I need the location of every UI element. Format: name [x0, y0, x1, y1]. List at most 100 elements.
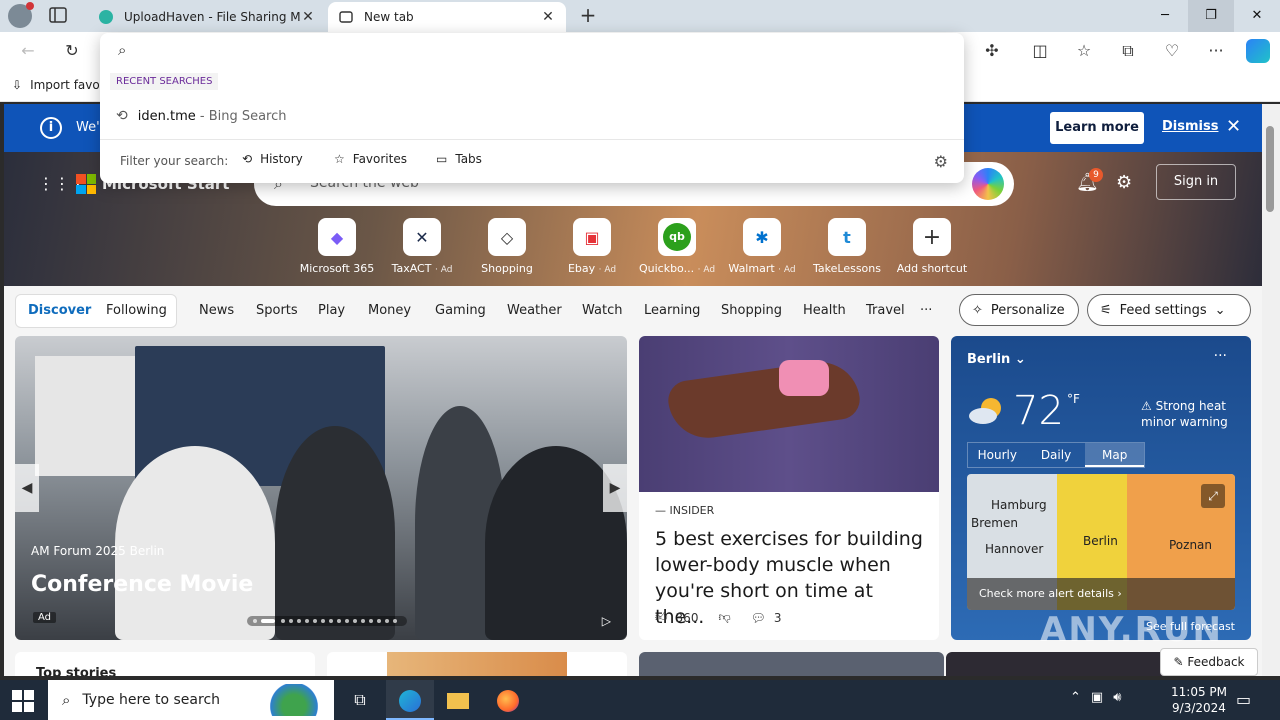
feedback-button[interactable]: ✎ Feedback: [1160, 648, 1258, 676]
nav-link-gaming[interactable]: Gaming: [435, 303, 486, 318]
tab-map[interactable]: Map: [1085, 443, 1145, 467]
profile-avatar[interactable]: [8, 2, 34, 28]
clock[interactable]: 11:05 PM 9/3/2024: [1160, 684, 1238, 716]
feed-segment-control: Discover Following: [15, 294, 177, 328]
dislike-icon[interactable]: 👎︎: [718, 610, 730, 625]
comment-icon[interactable]: 💬︎: [751, 611, 766, 625]
firefox-icon[interactable]: [484, 680, 532, 720]
settings-gear-icon[interactable]: ⚙: [1116, 172, 1132, 193]
nav-link-health[interactable]: Health: [803, 303, 846, 318]
carousel-indicator[interactable]: [247, 616, 407, 626]
favorites-star-icon[interactable]: ☆: [1074, 41, 1094, 61]
carousel-next-icon[interactable]: ▶: [603, 464, 627, 512]
nav-link-travel[interactable]: Travel: [866, 303, 905, 318]
nav-link-learning[interactable]: Learning: [644, 303, 700, 318]
close-window-button[interactable]: ✕: [1234, 0, 1280, 32]
feed-nav: Discover Following News Sports Play Mone…: [4, 286, 1262, 334]
tab-discover[interactable]: Discover: [28, 303, 91, 318]
nav-link-weather[interactable]: Weather: [507, 303, 562, 318]
tab-actions-icon[interactable]: [48, 6, 72, 26]
tab-daily[interactable]: Daily: [1027, 443, 1086, 467]
search-settings-gear-icon[interactable]: ⚙: [934, 152, 948, 171]
learn-more-button[interactable]: Learn more: [1050, 112, 1144, 144]
add-shortcut-button[interactable]: + Add shortcut: [889, 218, 975, 275]
alert-details-link[interactable]: Check more alert details ›: [967, 578, 1235, 610]
filter-tabs[interactable]: ▭ Tabs: [436, 152, 482, 166]
story-card[interactable]: [327, 652, 627, 676]
edge-browser-icon[interactable]: [386, 680, 434, 720]
shortcut-ebay[interactable]: ▣ Ebay · Ad: [549, 218, 635, 275]
shortcut-shopping[interactable]: ◇ Shopping: [464, 218, 550, 275]
shortcut-walmart[interactable]: ✱ Walmart · Ad: [719, 218, 805, 275]
nav-link-news[interactable]: News: [199, 303, 234, 318]
close-tab-icon[interactable]: ✕: [300, 9, 316, 25]
close-tab-icon[interactable]: ✕: [540, 9, 556, 25]
extensions-icon[interactable]: ✣: [982, 41, 1002, 61]
page-scrollbar[interactable]: [1262, 104, 1280, 676]
browser-essentials-icon[interactable]: ♡: [1162, 41, 1182, 61]
more-nav-icon[interactable]: ···: [920, 303, 932, 318]
scrollbar-thumb[interactable]: [1266, 126, 1274, 212]
feed-settings-button[interactable]: ⚟ Feed settings ⌄: [1087, 294, 1251, 326]
ad-choices-icon[interactable]: ▷: [602, 614, 611, 628]
app-launcher-icon[interactable]: ⋮⋮⋮: [38, 174, 86, 193]
carousel-prev-icon[interactable]: ◀: [15, 464, 39, 512]
tab-title: UploadHaven - File Sharing Made Simple: [124, 10, 300, 24]
new-tab-button[interactable]: +: [576, 4, 600, 28]
conference-movie-card[interactable]: ◀ ▶ AM Forum 2025 Berlin Conference Movi…: [15, 336, 627, 640]
notifications-icon[interactable]: ▭: [1236, 690, 1251, 709]
nav-link-money[interactable]: Money: [368, 303, 411, 318]
personalize-button[interactable]: ✧ Personalize: [959, 294, 1079, 326]
sign-in-button[interactable]: Sign in: [1156, 164, 1236, 200]
show-hidden-icons-icon[interactable]: ⌃: [1070, 690, 1081, 705]
address-input[interactable]: [144, 39, 924, 63]
filter-label: Filter your search:: [120, 154, 229, 168]
windows-start-icon[interactable]: [12, 690, 34, 712]
weather-card[interactable]: Berlin ⌄ ··· 72 °F ⚠ Strong heat minor w…: [951, 336, 1251, 640]
dismiss-link[interactable]: Dismiss: [1162, 119, 1218, 134]
shortcut-quickbooks[interactable]: qb Quickbo... · Ad: [634, 218, 720, 275]
heat-warning[interactable]: ⚠ Strong heat minor warning: [1141, 398, 1233, 430]
taskbar-search-box[interactable]: ⌕ Type here to search: [48, 680, 334, 720]
collections-icon[interactable]: ⧉: [1118, 41, 1138, 61]
network-icon[interactable]: ▣: [1091, 690, 1103, 705]
weather-tabs: Hourly Daily Map: [967, 442, 1145, 468]
tab-new-tab[interactable]: New tab ✕: [328, 2, 566, 32]
file-explorer-icon[interactable]: [434, 680, 482, 720]
copilot-icon[interactable]: [1246, 39, 1270, 63]
recent-search-item[interactable]: ⟲ iden.tme - Bing Search: [110, 103, 956, 129]
shortcut-taxact[interactable]: ✕ TaxACT · Ad: [379, 218, 465, 275]
nav-link-sports[interactable]: Sports: [256, 303, 298, 318]
story-card[interactable]: [639, 652, 944, 676]
nav-link-watch[interactable]: Watch: [582, 303, 622, 318]
more-options-icon[interactable]: ···: [1206, 41, 1226, 61]
news-card[interactable]: — INSIDER 5 best exercises for building …: [639, 336, 939, 640]
split-screen-icon[interactable]: ◫: [1030, 41, 1050, 61]
shortcut-microsoft-365[interactable]: ◆ Microsoft 365: [294, 218, 380, 275]
close-icon[interactable]: ✕: [1226, 116, 1241, 137]
back-icon[interactable]: ←: [18, 41, 38, 61]
refresh-icon[interactable]: ↻: [62, 41, 82, 61]
volume-icon[interactable]: 🔊︎: [1113, 690, 1121, 705]
like-icon[interactable]: 👍︎: [655, 610, 668, 625]
weather-map[interactable]: Hamburg Bremen Hannover Berlin Poznan ⤢ …: [967, 474, 1235, 610]
task-view-icon[interactable]: ⧉: [336, 680, 384, 720]
weather-more-icon[interactable]: ···: [1214, 348, 1227, 364]
taxact-icon: ✕: [403, 218, 441, 256]
copilot-search-icon[interactable]: [972, 168, 1004, 200]
expand-map-icon[interactable]: ⤢: [1201, 484, 1225, 508]
feedback-icon: ✎: [1173, 655, 1184, 669]
minimize-button[interactable]: ─: [1142, 0, 1188, 32]
shortcut-takelessons[interactable]: t TakeLessons: [804, 218, 890, 275]
tab-following[interactable]: Following: [106, 303, 167, 318]
nav-link-play[interactable]: Play: [318, 303, 345, 318]
restore-button[interactable]: ❐: [1188, 0, 1234, 32]
filter-favorites[interactable]: ☆ Favorites: [334, 152, 407, 166]
weather-city[interactable]: Berlin ⌄: [967, 352, 1026, 367]
tab-hourly[interactable]: Hourly: [968, 443, 1027, 467]
filter-history[interactable]: ⟲ History: [242, 152, 303, 166]
tab-uploadhaven[interactable]: UploadHaven - File Sharing Made Simple ✕: [88, 2, 326, 32]
system-tray: ⌃ ▣ 🔊︎: [1070, 690, 1121, 705]
nav-link-shopping[interactable]: Shopping: [721, 303, 782, 318]
new-tab-page: i We' Learn more Dismiss ✕ ⋮⋮⋮ Microsoft…: [4, 104, 1262, 676]
